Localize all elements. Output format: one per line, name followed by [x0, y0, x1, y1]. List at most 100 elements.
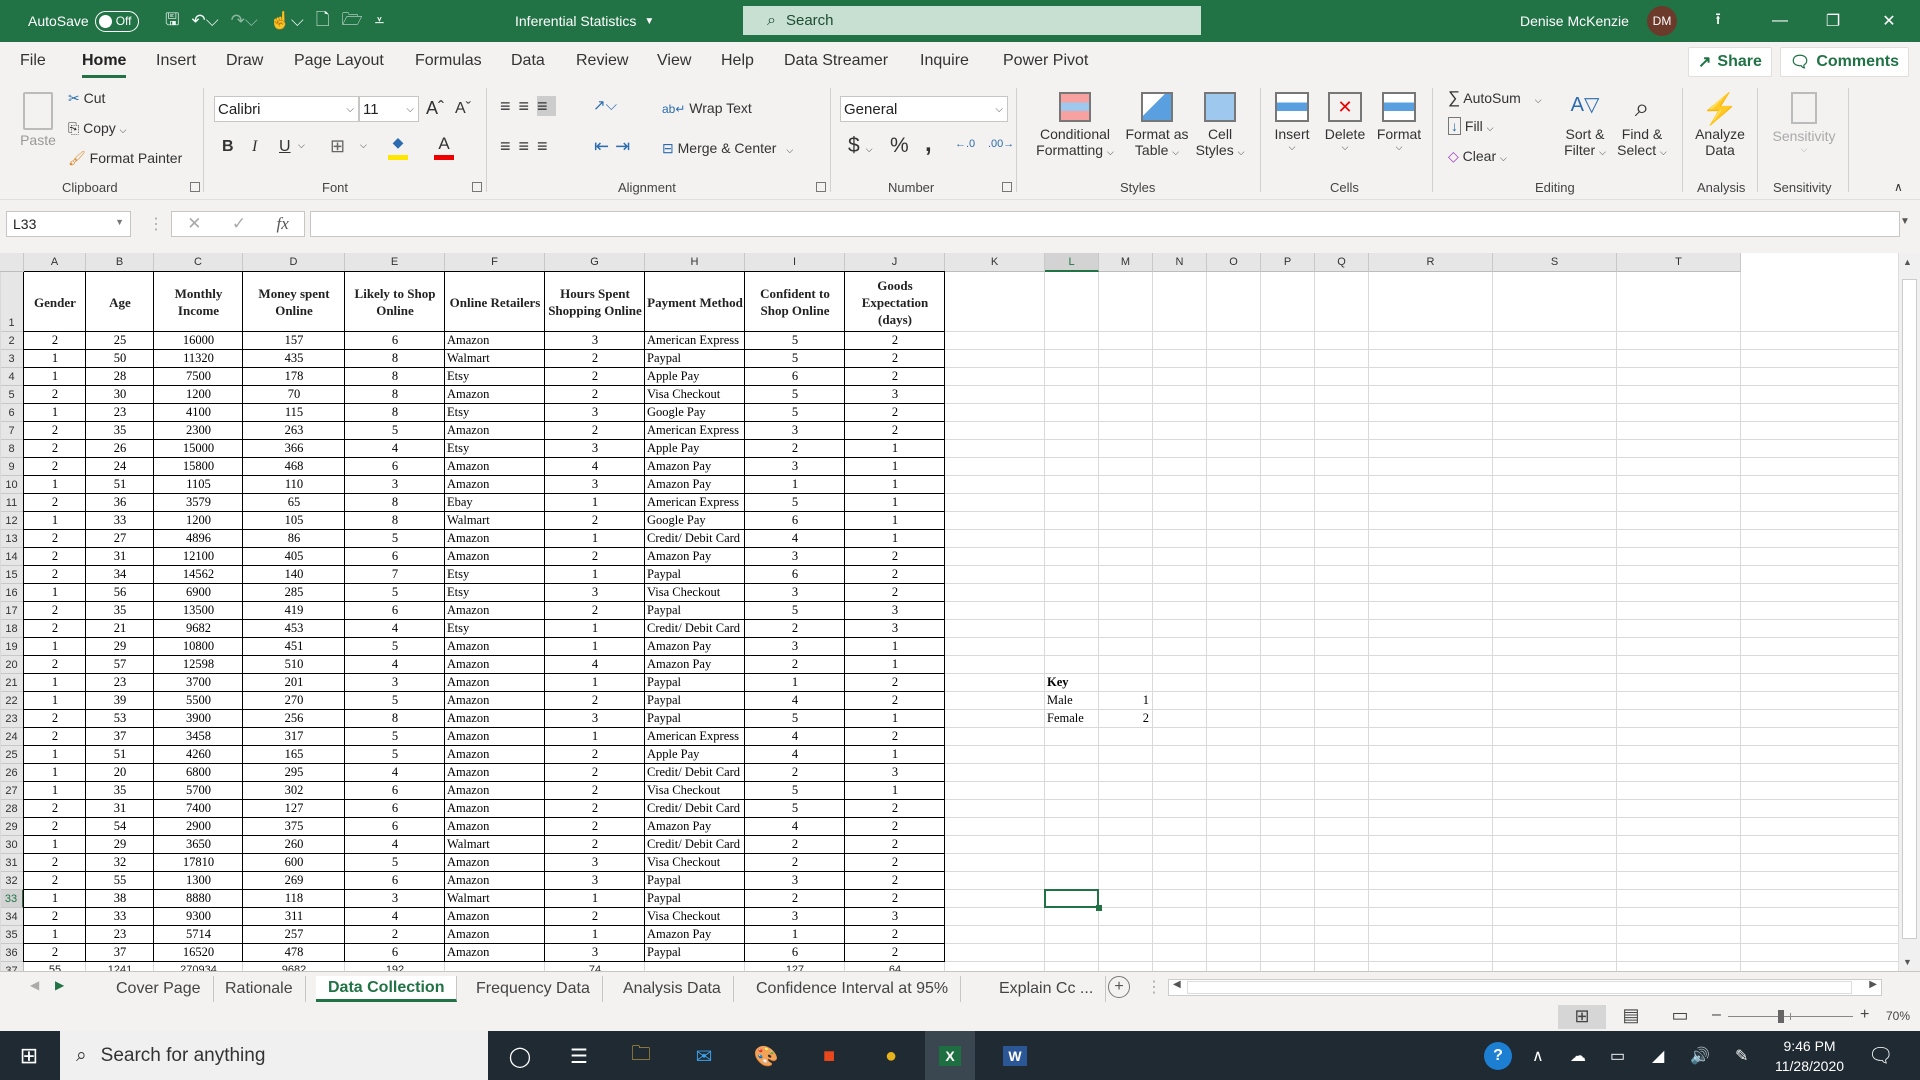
table-cell[interactable]: Amazon: [447, 602, 545, 620]
customize-qat-icon[interactable]: ⩡: [375, 11, 385, 31]
table-cell[interactable]: 2: [24, 908, 86, 926]
save-icon[interactable]: 🖫: [165, 7, 179, 36]
bold-button[interactable]: B: [222, 138, 234, 156]
table-cell[interactable]: 2: [24, 818, 86, 836]
table-cell[interactable]: 8: [345, 512, 445, 530]
table-cell[interactable]: 4: [345, 764, 445, 782]
expand-formula-bar-icon[interactable]: ▼: [1900, 216, 1910, 227]
table-cell[interactable]: 6: [745, 944, 845, 962]
table-cell[interactable]: 3: [345, 476, 445, 494]
cut-button[interactable]: ✂ Cut: [68, 90, 105, 107]
table-cell[interactable]: 1: [845, 530, 945, 548]
table-cell[interactable]: 14562: [154, 566, 243, 584]
table-cell[interactable]: 435: [243, 350, 345, 368]
table-cell[interactable]: 5700: [154, 782, 243, 800]
ribbon-display-options-icon[interactable]: ⭱: [1695, 0, 1741, 42]
table-cell[interactable]: 1: [845, 440, 945, 458]
table-cell[interactable]: 4: [545, 656, 645, 674]
row-header[interactable]: 15: [0, 566, 24, 584]
table-cell[interactable]: 2: [545, 692, 645, 710]
table-cell[interactable]: 1: [845, 458, 945, 476]
column-header-c[interactable]: C: [154, 253, 243, 272]
table-cell[interactable]: 5: [745, 494, 845, 512]
table-cell[interactable]: Amazon: [447, 764, 545, 782]
table-cell[interactable]: 1: [845, 476, 945, 494]
table-cell[interactable]: 405: [243, 548, 345, 566]
chevron-down-icon[interactable]: ⌵: [298, 140, 305, 151]
table-cell[interactable]: 2: [545, 368, 645, 386]
table-cell[interactable]: 105: [243, 512, 345, 530]
wrap-text-button[interactable]: ab↵ Wrap Text: [662, 100, 752, 116]
table-cell[interactable]: 53: [86, 710, 154, 728]
table-cell[interactable]: 8: [345, 404, 445, 422]
table-cell[interactable]: 3: [845, 764, 945, 782]
column-header-e[interactable]: E: [345, 253, 445, 272]
table-cell[interactable]: Amazon: [447, 710, 545, 728]
font-name-select[interactable]: Calibri ⌵: [214, 96, 359, 122]
table-cell[interactable]: 2: [545, 548, 645, 566]
table-cell[interactable]: Etsy: [447, 368, 545, 386]
help-tray-icon[interactable]: ?: [1484, 1031, 1512, 1080]
pen-icon[interactable]: ✎: [1735, 1031, 1748, 1080]
dialog-launcher-icon[interactable]: [1002, 182, 1012, 192]
column-header-h[interactable]: H: [645, 253, 745, 272]
autosave-toggle[interactable]: Off: [94, 10, 139, 32]
table-cell[interactable]: 70: [243, 386, 345, 404]
table-cell[interactable]: 6: [345, 458, 445, 476]
table-cell[interactable]: 3: [545, 404, 645, 422]
table-cell[interactable]: 34: [86, 566, 154, 584]
row-header[interactable]: 6: [0, 404, 24, 422]
table-cell[interactable]: 2: [745, 620, 845, 638]
table-cell[interactable]: 5: [345, 638, 445, 656]
column-header-q[interactable]: Q: [1315, 253, 1369, 272]
show-hidden-icons[interactable]: ∧: [1532, 1031, 1544, 1080]
table-cell[interactable]: Paypal: [647, 350, 745, 368]
table-cell[interactable]: Amazon: [447, 872, 545, 890]
wifi-icon[interactable]: ◢: [1652, 1031, 1664, 1080]
table-cell[interactable]: 7500: [154, 368, 243, 386]
total-cell[interactable]: 74: [545, 962, 645, 971]
table-cell[interactable]: Amazon: [447, 746, 545, 764]
table-cell[interactable]: Amazon Pay: [647, 548, 745, 566]
tab-insert[interactable]: Insert: [156, 52, 196, 70]
table-cell[interactable]: 295: [243, 764, 345, 782]
table-cell[interactable]: 1: [845, 512, 945, 530]
table-cell[interactable]: 2: [24, 602, 86, 620]
table-cell[interactable]: Credit/ Debit Card: [647, 764, 745, 782]
tab-view[interactable]: View: [657, 52, 691, 70]
table-cell[interactable]: American Express: [647, 422, 745, 440]
table-cell[interactable]: 23: [86, 674, 154, 692]
table-cell[interactable]: 2: [345, 926, 445, 944]
table-cell[interactable]: 110: [243, 476, 345, 494]
table-cell[interactable]: Amazon Pay: [647, 476, 745, 494]
onedrive-icon[interactable]: ☁: [1570, 1031, 1586, 1080]
row-header[interactable]: 17: [0, 602, 24, 620]
number-format-select[interactable]: General ⌵: [840, 96, 1008, 122]
table-cell[interactable]: Walmart: [447, 512, 545, 530]
table-cell[interactable]: 86: [243, 530, 345, 548]
table-cell[interactable]: 29: [86, 638, 154, 656]
table-cell[interactable]: 1: [745, 926, 845, 944]
row-header[interactable]: 30: [0, 836, 24, 854]
table-cell[interactable]: 23: [86, 404, 154, 422]
formula-input[interactable]: [310, 211, 1900, 237]
fill-button[interactable]: ↓ Fill ⌵: [1448, 117, 1494, 135]
row-header[interactable]: 9: [0, 458, 24, 476]
page-layout-view-icon[interactable]: ▤: [1616, 1005, 1646, 1026]
table-cell[interactable]: 2: [845, 692, 945, 710]
table-cell[interactable]: 5: [745, 404, 845, 422]
table-cell[interactable]: 2: [545, 422, 645, 440]
table-cell[interactable]: Paypal: [647, 872, 745, 890]
table-cell[interactable]: 1: [24, 926, 86, 944]
row-header[interactable]: 13: [0, 530, 24, 548]
table-cell[interactable]: Apple Pay: [647, 368, 745, 386]
table-cell[interactable]: 1200: [154, 386, 243, 404]
table-cell[interactable]: Apple Pay: [647, 440, 745, 458]
table-cell[interactable]: 54: [86, 818, 154, 836]
table-cell[interactable]: Amazon: [447, 944, 545, 962]
collapse-ribbon-icon[interactable]: ∧: [1894, 180, 1903, 194]
zoom-level[interactable]: 70%: [1886, 1009, 1910, 1023]
table-cell[interactable]: Amazon Pay: [647, 638, 745, 656]
table-cell[interactable]: 2: [545, 782, 645, 800]
mail-icon[interactable]: ✉: [687, 1039, 721, 1073]
